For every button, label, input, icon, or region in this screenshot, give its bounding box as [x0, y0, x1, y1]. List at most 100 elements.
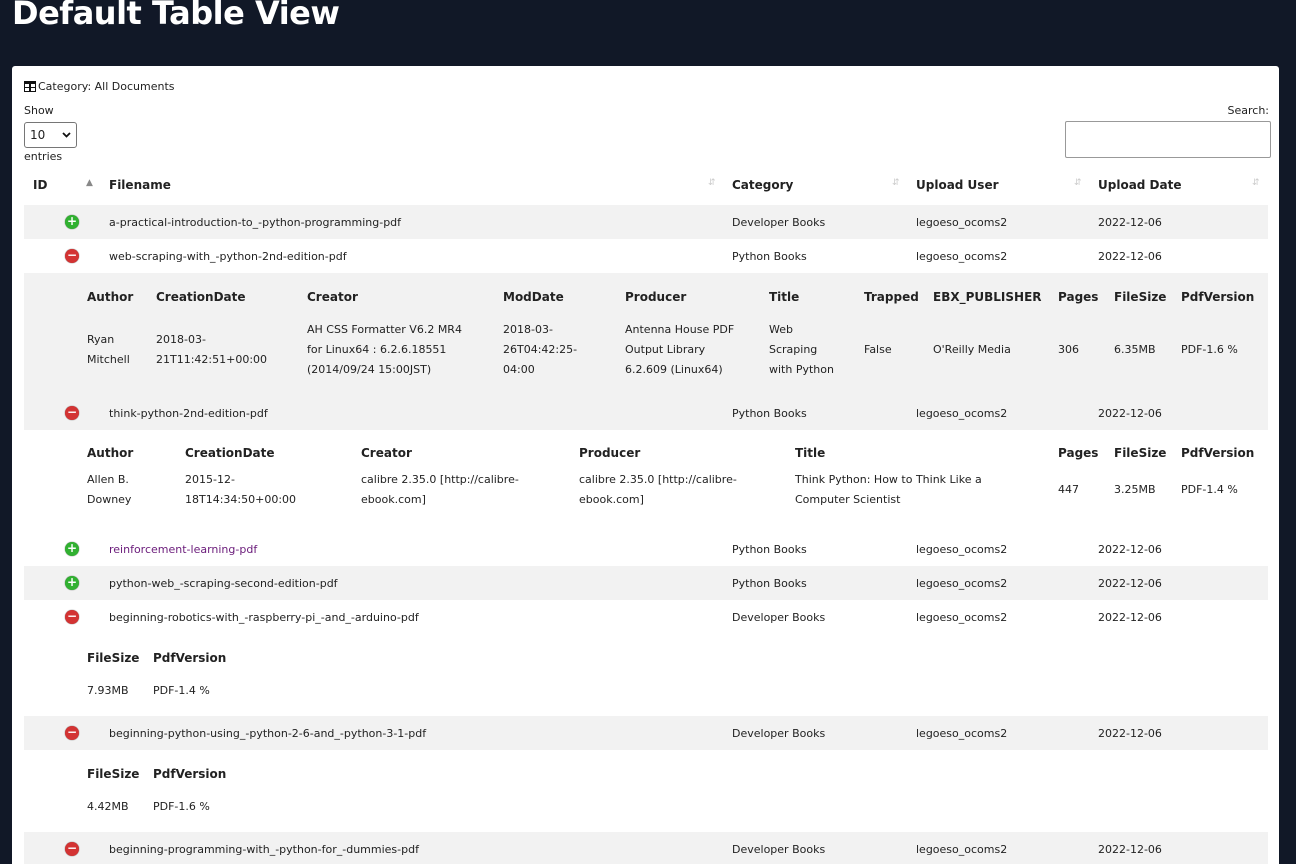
- detail-header: PdfVersion: [1181, 446, 1255, 460]
- collapse-icon[interactable]: −: [65, 726, 79, 740]
- table-row[interactable]: + a-practical-introduction-to_-python-pr…: [24, 205, 1268, 239]
- filename-cell: python-web_-scraping-second-edition-pdf: [109, 577, 338, 590]
- detail-header: ModDate: [503, 290, 564, 304]
- detail-filesize: 3.25MB: [1114, 483, 1156, 496]
- column-header-upload-user[interactable]: Upload User: [916, 178, 999, 192]
- category-cell: Developer Books: [732, 611, 826, 624]
- detail-pdfversion: PDF-1.4 %: [153, 684, 210, 697]
- category-heading: Category: All Documents: [24, 80, 175, 93]
- detail-header: Title: [769, 290, 800, 304]
- detail-title: Think Python: How to Think Like a Comput…: [795, 473, 982, 506]
- table-header: ID ▲ Filename ⇵ Category ⇵ Upload User ⇵…: [12, 178, 1279, 204]
- search-input[interactable]: [1065, 121, 1271, 158]
- table-row[interactable]: − web-scraping-with_-python-2nd-edition-…: [24, 239, 1268, 273]
- search-label: Search:: [1227, 104, 1270, 117]
- sort-asc-icon: ▲: [86, 178, 93, 188]
- upload-date-cell: 2022-12-06: [1098, 250, 1162, 263]
- category-cell: Developer Books: [732, 843, 826, 856]
- expand-icon[interactable]: +: [65, 542, 79, 556]
- detail-header: Author: [87, 446, 134, 460]
- detail-header: FileSize: [87, 767, 140, 781]
- row-details: FileSize PdfVersion 4.42MB PDF-1.6 %: [24, 750, 1268, 832]
- column-header-upload-date[interactable]: Upload Date: [1098, 178, 1182, 192]
- collapse-icon[interactable]: −: [65, 406, 79, 420]
- detail-author: Allen B. Downey: [87, 473, 132, 506]
- documents-panel: Category: All Documents Show 10 entries …: [12, 66, 1279, 864]
- upload-user-cell: legoeso_ocoms2: [916, 843, 1008, 856]
- detail-header: Author: [87, 290, 134, 304]
- upload-user-cell: legoeso_ocoms2: [916, 727, 1008, 740]
- detail-author: Ryan Mitchell: [87, 333, 130, 366]
- detail-creation-date: 2015-12- 18T14:34:50+00:00: [185, 473, 297, 506]
- detail-header: Creator: [361, 446, 412, 460]
- detail-header: PdfVersion: [153, 767, 227, 781]
- category-cell: Python Books: [732, 577, 807, 590]
- detail-title: Web Scraping with Python: [769, 323, 834, 376]
- filename-cell: beginning-python-using_-python-2-6-and_-…: [109, 727, 427, 740]
- upload-user-cell: legoeso_ocoms2: [916, 611, 1008, 624]
- table-row[interactable]: + python-web_-scraping-second-edition-pd…: [24, 566, 1268, 600]
- detail-header: Pages: [1058, 446, 1099, 460]
- upload-user-cell: legoeso_ocoms2: [916, 216, 1008, 229]
- category-cell: Developer Books: [732, 216, 826, 229]
- upload-user-cell: legoeso_ocoms2: [916, 407, 1008, 420]
- detail-filesize: 7.93MB: [87, 684, 129, 697]
- collapse-icon[interactable]: −: [65, 842, 79, 856]
- detail-pages: 447: [1058, 483, 1079, 496]
- detail-producer: Antenna House PDF Output Library 6.2.609…: [625, 323, 735, 376]
- filename-cell: think-python-2nd-edition-pdf: [109, 407, 268, 420]
- row-details: FileSize PdfVersion 7.93MB PDF-1.4 %: [24, 634, 1268, 716]
- detail-header: FileSize: [1114, 290, 1167, 304]
- sort-icon: ⇵: [892, 178, 900, 188]
- detail-creation-date: 2018-03- 21T11:42:51+00:00: [156, 333, 268, 366]
- table-row[interactable]: − beginning-robotics-with_-raspberry-pi_…: [24, 600, 1268, 634]
- entries-per-page-select[interactable]: 10: [24, 122, 77, 148]
- collapse-icon[interactable]: −: [65, 610, 79, 624]
- table-row[interactable]: − beginning-python-using_-python-2-6-and…: [24, 716, 1268, 750]
- upload-date-cell: 2022-12-06: [1098, 543, 1162, 556]
- table-row[interactable]: − think-python-2nd-edition-pdf Python Bo…: [24, 396, 1268, 430]
- sort-icon: ⇵: [1074, 178, 1082, 188]
- column-header-id[interactable]: ID: [33, 178, 47, 192]
- detail-header: Pages: [1058, 290, 1099, 304]
- filename-cell: beginning-robotics-with_-raspberry-pi_-a…: [109, 611, 419, 624]
- detail-header: Creator: [307, 290, 358, 304]
- show-label: Show: [24, 104, 54, 117]
- upload-date-cell: 2022-12-06: [1098, 611, 1162, 624]
- filename-link[interactable]: reinforcement-learning-pdf: [109, 543, 257, 556]
- detail-pdfversion: PDF-1.6 %: [1181, 343, 1238, 356]
- entries-value: 10: [30, 128, 46, 142]
- expand-icon[interactable]: +: [65, 215, 79, 229]
- detail-header: Producer: [625, 290, 687, 304]
- upload-user-cell: legoeso_ocoms2: [916, 543, 1008, 556]
- detail-header: CreationDate: [185, 446, 275, 460]
- detail-header: CreationDate: [156, 290, 246, 304]
- detail-header: Producer: [579, 446, 641, 460]
- table-icon: [24, 81, 36, 92]
- filename-cell: a-practical-introduction-to_-python-prog…: [109, 216, 402, 229]
- expand-icon[interactable]: +: [65, 576, 79, 590]
- detail-pages: 306: [1058, 343, 1079, 356]
- detail-header: PdfVersion: [153, 651, 227, 665]
- detail-header: FileSize: [87, 651, 140, 665]
- detail-header: EBX_PUBLISHER: [933, 290, 1042, 304]
- detail-pdfversion: PDF-1.6 %: [153, 800, 210, 813]
- column-header-filename[interactable]: Filename: [109, 178, 171, 192]
- page-title: Default Table View: [12, 0, 340, 32]
- table-row[interactable]: − beginning-programming-with_-python-for…: [24, 832, 1268, 864]
- column-header-category[interactable]: Category: [732, 178, 793, 192]
- detail-pdfversion: PDF-1.4 %: [1181, 483, 1238, 496]
- category-cell: Python Books: [732, 407, 807, 420]
- detail-filesize: 6.35MB: [1114, 343, 1156, 356]
- filename-cell: web-scraping-with_-python-2nd-edition-pd…: [109, 250, 347, 263]
- upload-date-cell: 2022-12-06: [1098, 407, 1162, 420]
- collapse-icon[interactable]: −: [65, 249, 79, 263]
- detail-trapped: False: [864, 343, 892, 356]
- upload-date-cell: 2022-12-06: [1098, 216, 1162, 229]
- detail-creator: AH CSS Formatter V6.2 MR4 for Linux64 : …: [307, 323, 462, 376]
- upload-date-cell: 2022-12-06: [1098, 727, 1162, 740]
- category-cell: Python Books: [732, 250, 807, 263]
- detail-header: PdfVersion: [1181, 290, 1255, 304]
- filename-cell: beginning-programming-with_-python-for_-…: [109, 843, 419, 856]
- table-row[interactable]: + reinforcement-learning-pdf Python Book…: [24, 532, 1268, 566]
